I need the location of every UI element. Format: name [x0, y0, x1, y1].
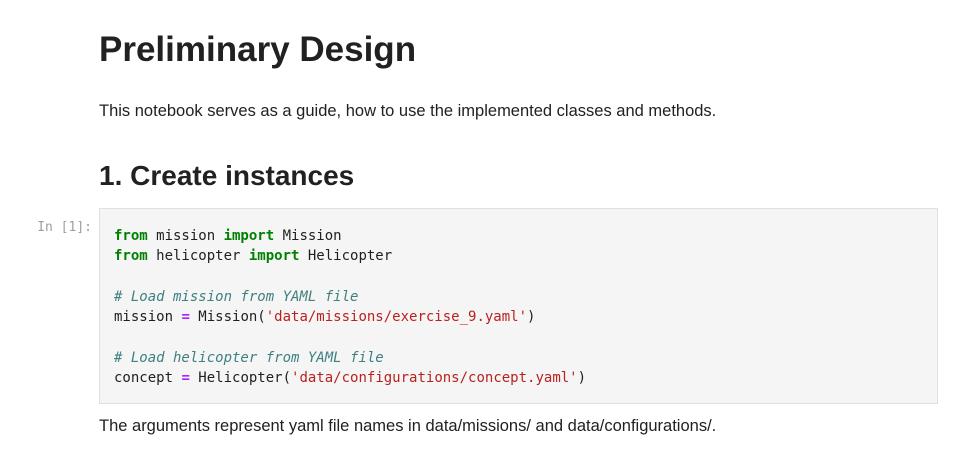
- keyword: import: [223, 228, 275, 244]
- string-literal: 'data/missions/exercise_9.yaml': [265, 309, 528, 326]
- call-name: Mission(: [189, 309, 266, 326]
- close-paren: ): [527, 309, 536, 326]
- keyword: from: [114, 248, 148, 265]
- string-literal: 'data/configurations/concept.yaml': [291, 370, 578, 387]
- import-name: Mission: [274, 228, 342, 244]
- code-line-1: from mission import Mission: [114, 228, 342, 244]
- module-name: mission: [147, 228, 224, 244]
- code-cell[interactable]: from mission import Mission from helicop…: [99, 208, 938, 404]
- cell-prompt: In [1]:: [37, 220, 92, 235]
- keyword: import: [248, 248, 300, 265]
- intro-paragraph: This notebook serves as a guide, how to …: [99, 102, 717, 120]
- section-heading: 1. Create instances: [99, 160, 355, 191]
- outro-paragraph: The arguments represent yaml file names …: [99, 417, 717, 435]
- variable-name: concept: [114, 370, 182, 387]
- notebook-title: Preliminary Design: [99, 30, 417, 69]
- close-paren: ): [577, 370, 587, 387]
- import-name: Helicopter: [299, 248, 393, 265]
- operator: =: [181, 309, 190, 326]
- keyword: from: [114, 228, 148, 244]
- code-line-5: mission = Mission('data/missions/exercis…: [114, 309, 535, 325]
- code-line-8: concept = Helicopter('data/configuration…: [114, 370, 586, 386]
- code-line-2: from helicopter import Helicopter: [114, 248, 392, 264]
- operator: =: [181, 370, 190, 387]
- call-name: Helicopter(: [189, 370, 292, 387]
- code-comment: # Load helicopter from YAML file: [114, 349, 384, 366]
- module-name: helicopter: [147, 248, 249, 265]
- code-editor[interactable]: from mission import Mission from helicop…: [114, 226, 586, 388]
- code-comment: # Load mission from YAML file: [114, 288, 359, 305]
- variable-name: mission: [114, 309, 182, 326]
